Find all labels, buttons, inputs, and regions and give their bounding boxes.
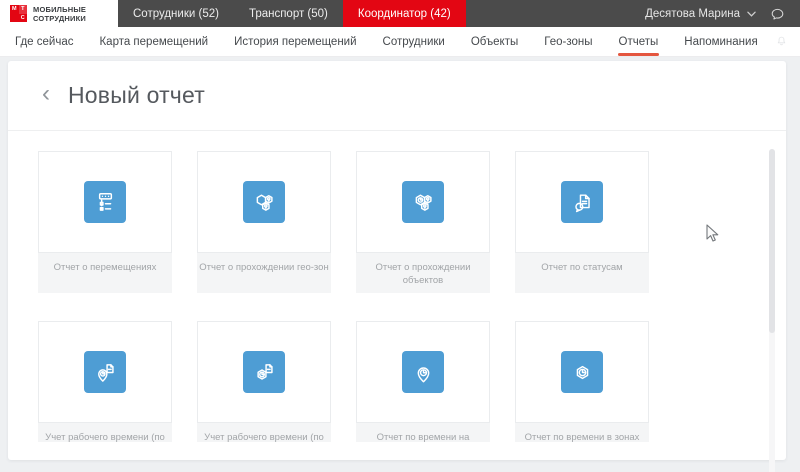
nav-item-4[interactable]: Объекты <box>458 27 531 56</box>
app-screen: МТС МОБИЛЬНЫЕ СОТРУДНИКИ Сотрудники (52)… <box>0 0 800 472</box>
nav-item-1[interactable]: Карта перемещений <box>86 27 221 56</box>
report-tile-7[interactable]: Отчет по времени в зонах <box>515 321 649 442</box>
nav-item-2[interactable]: История перемещений <box>221 27 369 56</box>
report-tile-label: Отчет по статусам <box>515 253 649 293</box>
page-header: ‹ Новый отчет <box>8 61 786 131</box>
main-nav: Где сейчасКарта перемещенийИстория перем… <box>0 27 800 57</box>
report-tile-image <box>356 151 490 253</box>
report-tile-5[interactable]: Учет рабочего времени (по зонам) <box>197 321 331 442</box>
user-name: Десятова Марина <box>645 8 740 20</box>
chevron-down-icon <box>747 11 756 17</box>
app-logo: МТС МОБИЛЬНЫЕ СОТРУДНИКИ <box>0 0 118 27</box>
mts-logo-icon: МТС <box>10 5 27 22</box>
app-logo-text: МОБИЛЬНЫЕ СОТРУДНИКИ <box>33 5 86 23</box>
report-tile-image <box>197 321 331 423</box>
logo-letter: Т <box>19 5 28 14</box>
reports-grid: Отчет о перемещениях Отчет о прохождении … <box>8 141 786 442</box>
status-doc-chat-icon <box>561 181 603 223</box>
report-tile-image <box>515 321 649 423</box>
report-tile-image <box>356 321 490 423</box>
report-tile-0[interactable]: Отчет о перемещениях <box>38 151 172 293</box>
report-tile-label: Отчет о перемещениях <box>38 253 172 293</box>
content-panel: ‹ Новый отчет Отчет о перемещенияхОтчет … <box>8 61 786 460</box>
report-tile-label: Учет рабочего времени (по объектам) <box>38 423 172 442</box>
logo-line1: МОБИЛЬНЫЕ <box>33 5 86 14</box>
logo-line2: СОТРУДНИКИ <box>33 14 86 23</box>
nav-item-3[interactable]: Сотрудники <box>370 27 458 56</box>
report-tile-2[interactable]: Отчет о прохождении объектов <box>356 151 490 293</box>
topbar-right: Десятова Марина <box>645 0 800 27</box>
nav-item-5[interactable]: Гео-зоны <box>531 27 605 56</box>
user-menu[interactable]: Десятова Марина <box>645 8 756 20</box>
report-tile-6[interactable]: Отчет по времени на объектах <box>356 321 490 442</box>
topbar-tab-1[interactable]: Транспорт (50) <box>234 0 343 27</box>
topbar-tab-2[interactable]: Координатор (42) <box>343 0 466 27</box>
report-tile-3[interactable]: Отчет по статусам <box>515 151 649 293</box>
chat-bubble-icon[interactable] <box>769 6 786 22</box>
report-tile-label: Отчет о прохождении гео-зон <box>197 253 331 293</box>
logo-letter: М <box>10 5 19 14</box>
worktime-pin-clock-doc-icon <box>84 351 126 393</box>
logo-letter <box>10 14 19 23</box>
reports-scroll-area[interactable]: Отчет о перемещениях Отчет о прохождении … <box>8 141 786 442</box>
back-button chevron-left-icon[interactable]: ‹ <box>42 82 50 106</box>
worktime-hex-clock-doc-icon <box>243 351 285 393</box>
topbar-tab-0[interactable]: Сотрудники (52) <box>118 0 234 27</box>
report-tile-image <box>38 321 172 423</box>
topbar: МТС МОБИЛЬНЫЕ СОТРУДНИКИ Сотрудники (52)… <box>0 0 800 27</box>
pin-clock-icon <box>402 351 444 393</box>
topbar-tabs: Сотрудники (52)Транспорт (50)Координатор… <box>118 0 466 27</box>
report-tile-label: Отчет о прохождении объектов <box>356 253 490 293</box>
hex-clock-icon <box>561 351 603 393</box>
page-title: Новый отчет <box>68 82 205 109</box>
objects-pass-icon <box>402 181 444 223</box>
nav-item-0[interactable]: Где сейчас <box>2 27 86 56</box>
logo-letter: С <box>19 14 28 23</box>
report-tile-4[interactable]: Учет рабочего времени (по объектам) <box>38 321 172 442</box>
report-tile-label: Отчет по времени в зонах <box>515 423 649 442</box>
report-tile-image <box>515 151 649 253</box>
report-tile-image <box>197 151 331 253</box>
nav-item-7[interactable]: Напоминания <box>671 27 770 56</box>
route-list-icon <box>84 181 126 223</box>
report-tile-image <box>38 151 172 253</box>
report-tile-1[interactable]: Отчет о прохождении гео-зон <box>197 151 331 293</box>
scrollbar-thumb[interactable] <box>769 149 775 333</box>
report-tile-label: Отчет по времени на объектах <box>356 423 490 442</box>
nav-item-6[interactable]: Отчеты <box>606 27 672 56</box>
bell-icon[interactable] <box>775 35 788 49</box>
report-tile-label: Учет рабочего времени (по зонам) <box>197 423 331 442</box>
geozones-pins-icon <box>243 181 285 223</box>
